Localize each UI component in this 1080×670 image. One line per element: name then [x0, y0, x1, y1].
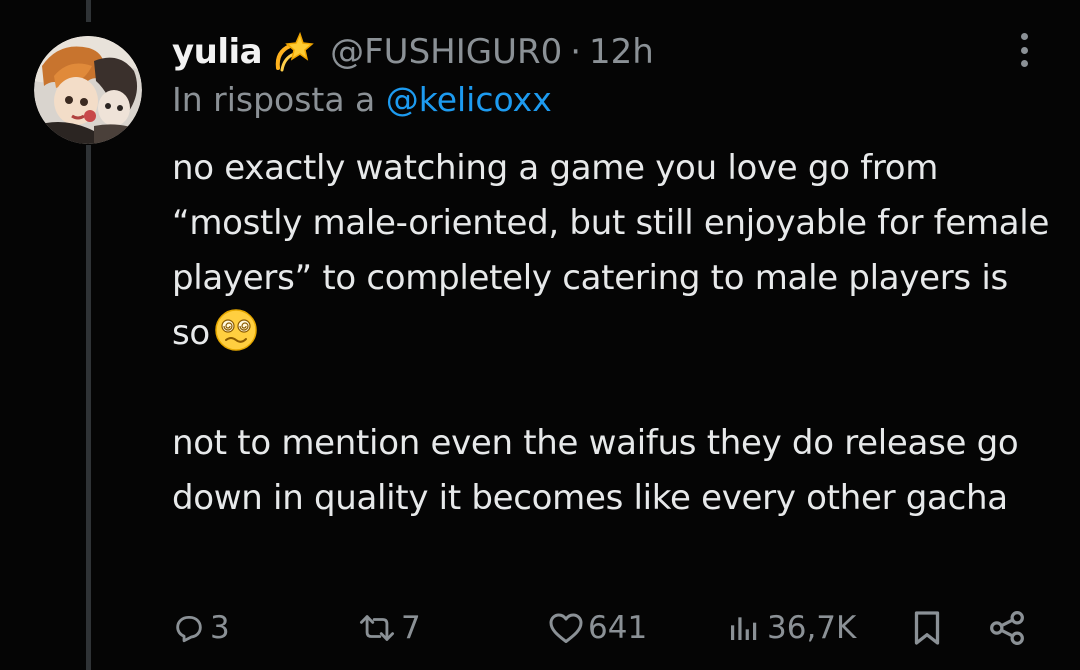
- tweet-actions: 3 7 641 36,7K: [0, 600, 1080, 656]
- share-icon: [990, 611, 1024, 645]
- like-count: 641: [588, 610, 648, 646]
- retweet-count: 7: [401, 610, 421, 646]
- reply-count: 3: [210, 610, 230, 646]
- tweet-body: no exactly watching a game you love go f…: [172, 141, 1052, 526]
- reply-button[interactable]: 3: [172, 600, 230, 656]
- reply-context: In risposta a @kelicoxx: [172, 80, 552, 119]
- reply-prefix: In risposta a: [172, 80, 376, 119]
- tweet-paragraph-text: not to mention even the waifus they do r…: [172, 423, 1019, 518]
- tweet-time[interactable]: 12h: [589, 32, 654, 72]
- retweet-button[interactable]: 7: [357, 600, 421, 656]
- thread-line-bottom: [86, 145, 91, 670]
- bookmark-button[interactable]: [912, 600, 942, 656]
- views-button[interactable]: 36,7K: [727, 600, 856, 656]
- dot-icon: [1020, 33, 1028, 40]
- tweet-header: yulia @FUSHIGUR0 · 12h: [172, 24, 654, 80]
- more-options-button[interactable]: [1008, 30, 1040, 70]
- avatar[interactable]: [34, 36, 142, 144]
- views-count: 36,7K: [767, 610, 857, 646]
- views-bar-chart-icon: [731, 617, 757, 640]
- thread-line-top: [86, 0, 91, 22]
- share-button[interactable]: [988, 600, 1026, 656]
- woozy-face-emoji-icon: [214, 308, 258, 352]
- time-separator: ·: [570, 32, 582, 72]
- like-button[interactable]: 641: [548, 600, 647, 656]
- author-name[interactable]: yulia: [172, 32, 263, 72]
- anime-avatar-icon: [34, 36, 142, 144]
- bookmark-icon: [914, 611, 940, 645]
- dizzy-emoji-icon: [272, 30, 316, 74]
- reply-mention-link[interactable]: @kelicoxx: [386, 80, 552, 119]
- reply-icon: [176, 615, 202, 643]
- tweet-paragraph: no exactly watching a game you love go f…: [172, 141, 1052, 361]
- heart-icon: [549, 613, 583, 643]
- retweet-icon: [360, 615, 395, 641]
- tweet-paragraph: not to mention even the waifus they do r…: [172, 416, 1052, 526]
- dot-icon: [1020, 46, 1028, 54]
- author-handle[interactable]: @FUSHIGUR0: [330, 32, 562, 72]
- tweet-paragraph-text: no exactly watching a game you love go f…: [172, 148, 1050, 353]
- dot-icon: [1020, 60, 1028, 67]
